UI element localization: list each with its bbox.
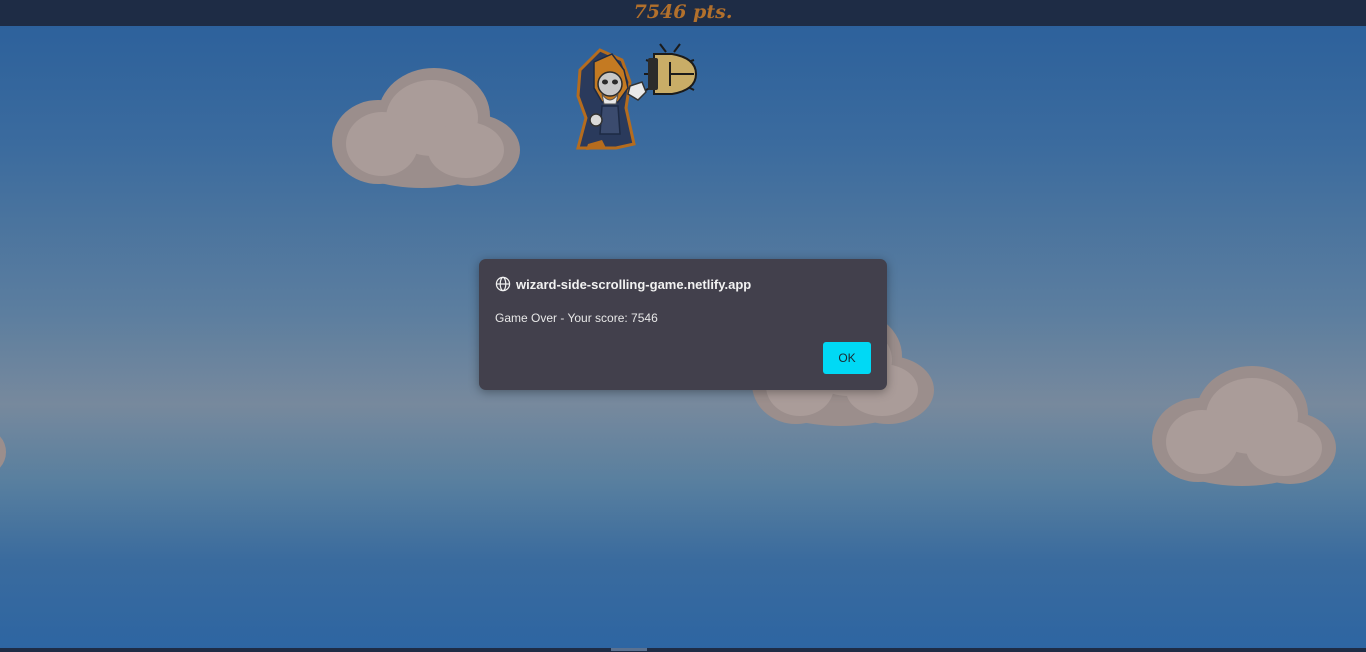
alert-dialog: wizard-side-scrolling-game.netlify.app G… [479, 259, 887, 390]
bottom-bar [0, 648, 1366, 652]
bug-icon [644, 43, 698, 95]
dialog-header: wizard-side-scrolling-game.netlify.app [495, 275, 751, 293]
cloud-icon [0, 436, 6, 468]
scroll-thumb [611, 648, 647, 651]
dialog-message: Game Over - Your score: 7546 [495, 311, 658, 325]
cloud-icon [332, 68, 520, 188]
cloud-icon [1152, 366, 1336, 486]
dialog-origin: wizard-side-scrolling-game.netlify.app [516, 276, 752, 292]
score-display: 7546 pts. [633, 1, 733, 23]
globe-icon [495, 276, 511, 292]
ok-button[interactable]: OK [823, 342, 871, 374]
